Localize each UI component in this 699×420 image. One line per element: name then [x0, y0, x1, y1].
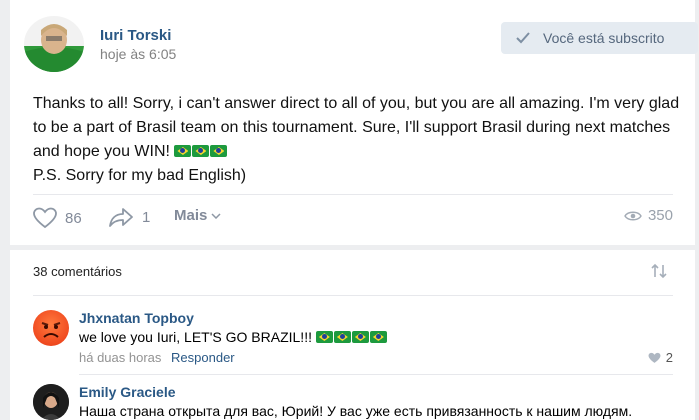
author-name[interactable]: Iuri Torski [100, 27, 171, 44]
commenter-name[interactable]: Jhxnatan Topboy [79, 310, 194, 326]
subscribed-label: Você está subscrito [543, 30, 665, 46]
more-button[interactable]: Mais [174, 207, 229, 224]
brazil-flag-icon [333, 331, 351, 343]
eye-icon [624, 211, 642, 220]
more-label: Mais [174, 207, 208, 224]
comment-likes-count: 2 [665, 350, 673, 365]
likes-count: 86 [65, 209, 82, 227]
post-actions: 86 1 Mais 350 [33, 207, 673, 235]
divider [79, 374, 673, 375]
post-text-line: P.S. Sorry for my bad English) [33, 167, 247, 184]
post-text-line: Thanks to all! Sorry, i can't answer dir… [33, 95, 680, 112]
post-text-line-with-flags: and hope you WIN! [33, 140, 683, 164]
comment-time[interactable]: há duas horas [79, 350, 161, 365]
comment-text-content: we love you Iuri, LET'S GO BRAZIL!!! [79, 329, 312, 345]
sort-arrows-icon[interactable] [650, 263, 670, 284]
brazil-flag-icon [174, 145, 192, 157]
subscribed-button[interactable]: Você está subscrito [501, 22, 698, 54]
check-icon [515, 31, 535, 45]
brazil-flag-icon [351, 331, 369, 343]
comment-item: Emily Graciele Наша страна открыта для в… [33, 384, 673, 420]
views-count: 350 [647, 207, 673, 224]
shares-count: 1 [142, 208, 151, 226]
like-button[interactable]: 86 [33, 207, 82, 229]
comments-count: 38 comentários [33, 264, 122, 279]
views-counter: 350 [624, 207, 673, 224]
share-arrow-icon [109, 208, 133, 227]
commenter-name[interactable]: Emily Graciele [79, 384, 176, 400]
brazil-flag-icon [369, 331, 387, 343]
divider [33, 295, 673, 296]
heart-icon [648, 352, 661, 363]
author-avatar[interactable] [24, 16, 84, 72]
divider [33, 194, 673, 195]
share-button[interactable]: 1 [108, 207, 150, 227]
post-text-line: to be a part of Brasil team on this tour… [33, 119, 671, 136]
comment-like-button[interactable]: 2 [648, 350, 673, 365]
post-time[interactable]: hoje às 6:05 [100, 46, 176, 62]
comment-meta: há duas horas Responder [79, 350, 235, 365]
brazil-flag-icon [210, 145, 228, 157]
comment-text: Наша страна открыта для вас, Юрий! У вас… [79, 403, 633, 419]
brazil-flag-icon [192, 145, 210, 157]
comment-text: we love you Iuri, LET'S GO BRAZIL!!! [79, 329, 388, 345]
heart-icon [33, 207, 57, 229]
brazil-flag-icon [315, 331, 333, 343]
chevron-down-icon [211, 212, 221, 219]
post-text-line: and hope you WIN! [33, 143, 170, 160]
commenter-avatar[interactable] [33, 384, 69, 420]
reply-button[interactable]: Responder [171, 350, 235, 365]
post-text: Thanks to all! Sorry, i can't answer dir… [33, 92, 683, 188]
commenter-avatar[interactable] [33, 310, 69, 346]
comment-item: Jhxnatan Topboy we love you Iuri, LET'S … [33, 310, 673, 366]
